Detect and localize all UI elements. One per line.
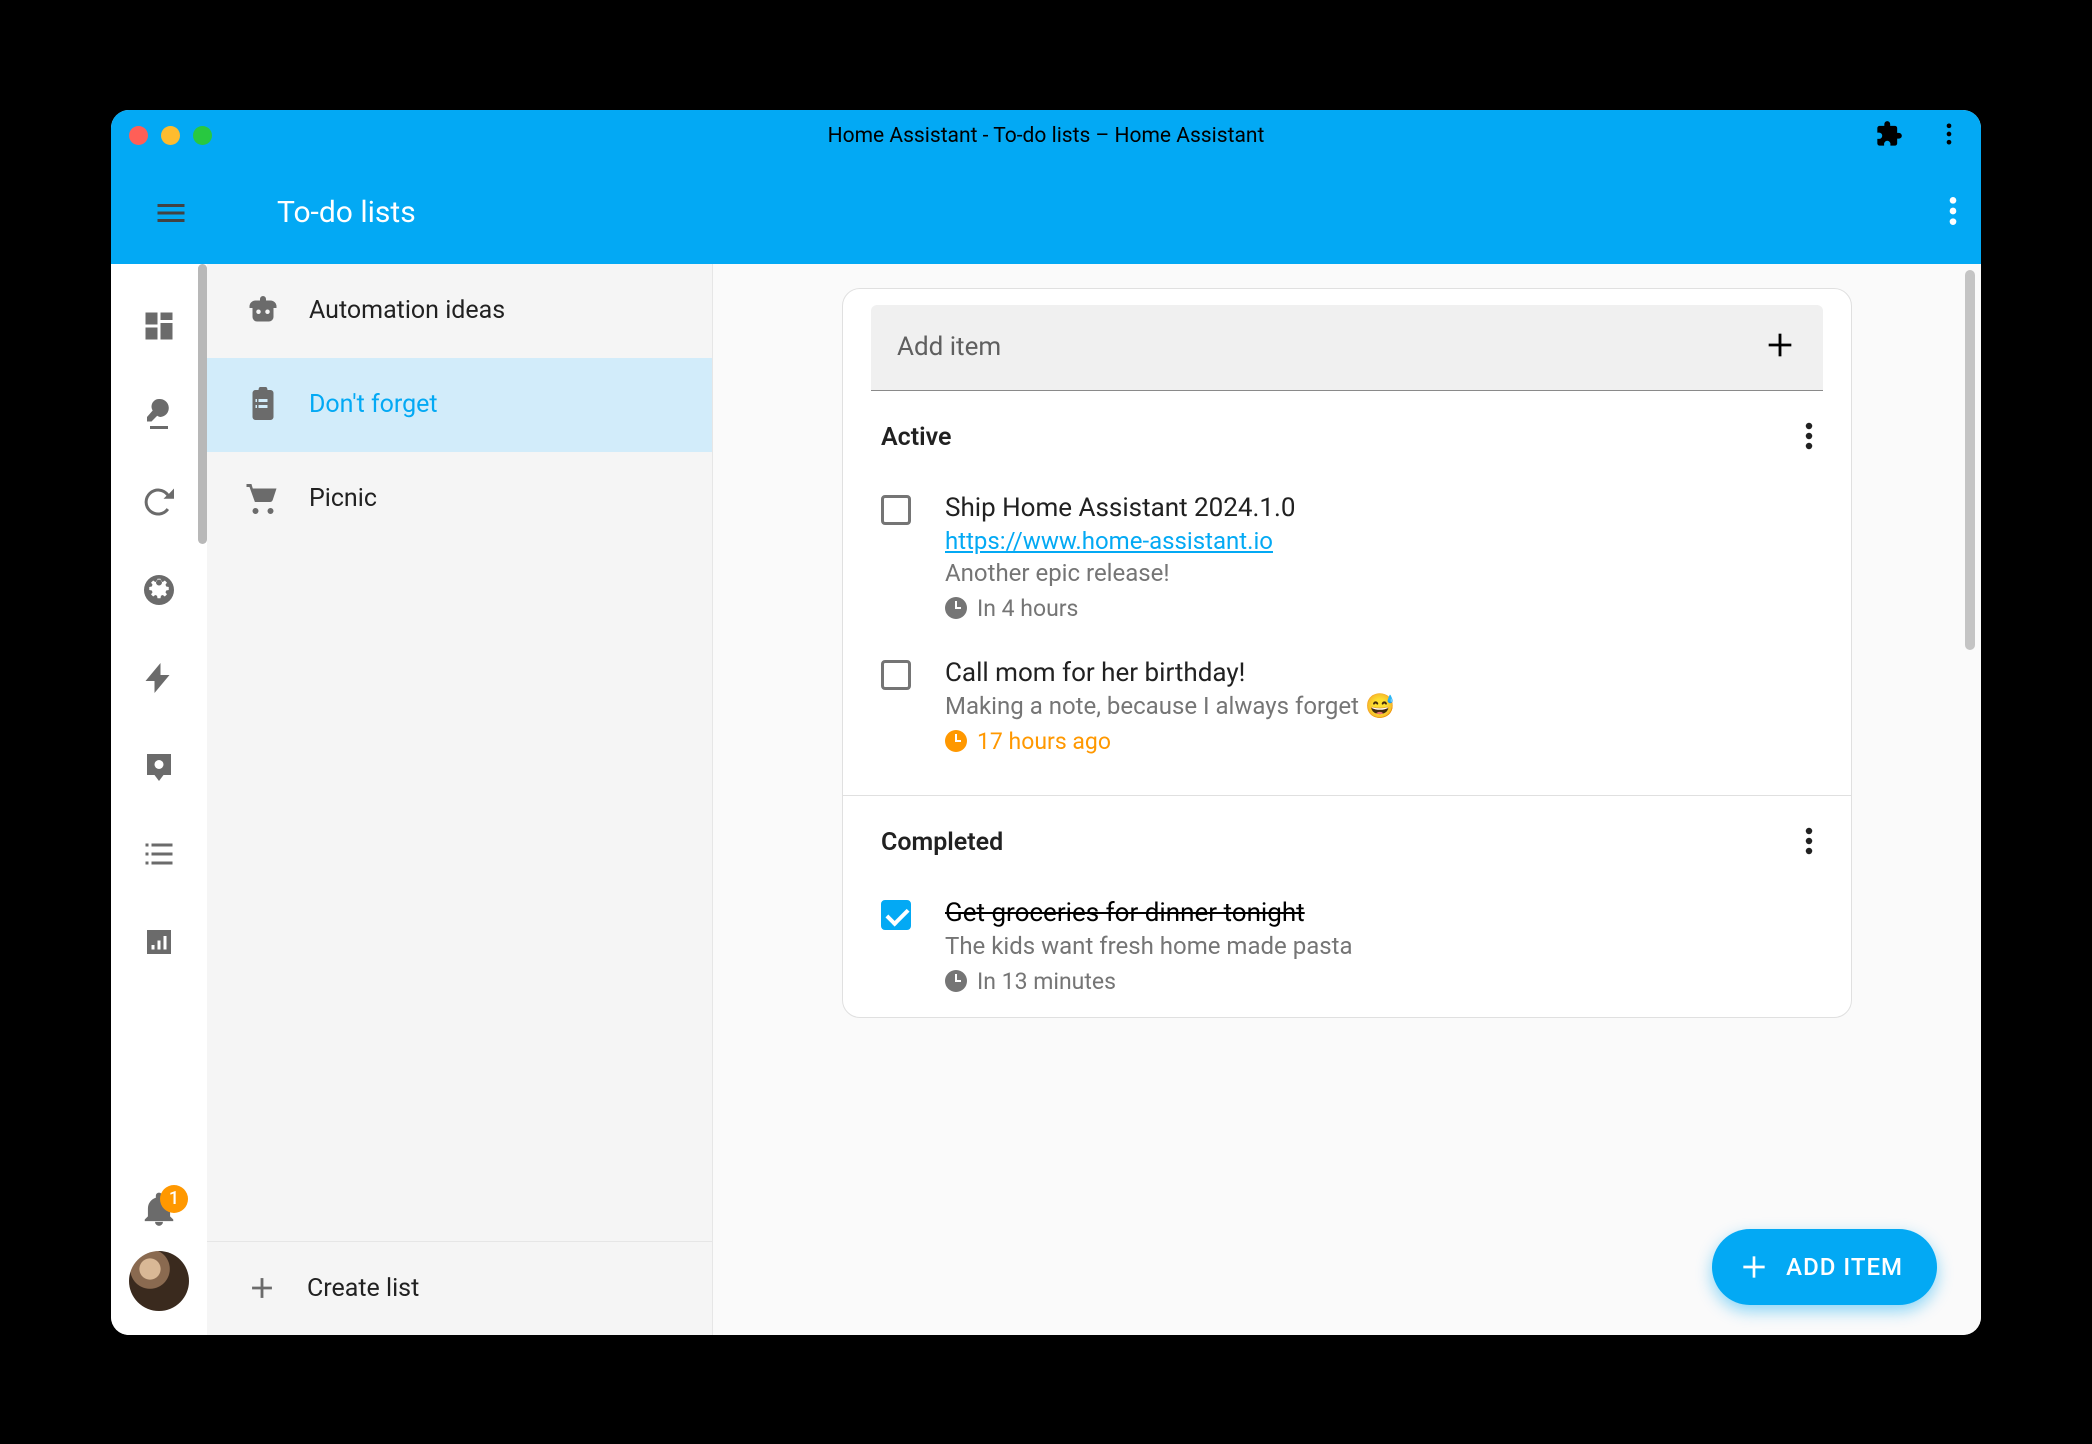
add-item-fab[interactable]: ADD ITEM	[1712, 1229, 1937, 1305]
section-title: Active	[881, 423, 951, 452]
menu-button[interactable]	[131, 195, 211, 231]
nav-settings[interactable]	[111, 546, 207, 634]
traffic-lights	[129, 126, 212, 145]
appbar: To-do lists	[111, 162, 1981, 264]
nav-automations[interactable]	[111, 458, 207, 546]
create-list-label: Create list	[307, 1274, 419, 1303]
window-title: Home Assistant - To-do lists – Home Assi…	[828, 124, 1265, 148]
nav-devtools[interactable]	[111, 370, 207, 458]
todo-item[interactable]: Ship Home Assistant 2024.1.0 https://www…	[843, 479, 1851, 644]
nav-history[interactable]	[111, 898, 207, 986]
todo-due: In 4 hours	[945, 595, 1295, 622]
titlebar: Home Assistant - To-do lists – Home Assi…	[111, 110, 1981, 162]
todo-checkbox[interactable]	[881, 495, 911, 525]
plus-icon	[245, 1271, 279, 1305]
list-item-label: Picnic	[309, 484, 377, 513]
add-item-plus-icon[interactable]	[1763, 328, 1797, 366]
list-item-automation-ideas[interactable]: Automation ideas	[207, 264, 712, 358]
nav-map[interactable]	[111, 722, 207, 810]
plus-icon	[1738, 1251, 1770, 1283]
minimize-window-button[interactable]	[161, 126, 180, 145]
page-title: To-do lists	[277, 195, 416, 230]
todo-item[interactable]: Call mom for her birthday! Making a note…	[843, 644, 1851, 777]
todo-title: Get groceries for dinner tonight	[945, 898, 1353, 928]
add-item-input[interactable]: Add item	[871, 305, 1823, 391]
notifications-button[interactable]: 1	[140, 1191, 178, 1233]
clock-icon	[945, 970, 967, 992]
todo-description: Making a note, because I always forget 😅	[945, 692, 1395, 720]
add-item-placeholder: Add item	[897, 332, 1001, 362]
section-header-active: Active	[843, 391, 1851, 479]
clipboard-list-icon	[245, 387, 281, 423]
close-window-button[interactable]	[129, 126, 148, 145]
section-header-completed: Completed	[843, 796, 1851, 884]
maximize-window-button[interactable]	[193, 126, 212, 145]
clock-icon	[945, 597, 967, 619]
nav-energy[interactable]	[111, 634, 207, 722]
nav-scrollbar[interactable]	[198, 264, 207, 544]
todo-item[interactable]: Get groceries for dinner tonight The kid…	[843, 884, 1851, 1017]
todo-due: 17 hours ago	[945, 728, 1395, 755]
clock-icon	[945, 730, 967, 752]
nav-dashboard[interactable]	[111, 282, 207, 370]
todo-checkbox[interactable]	[881, 660, 911, 690]
browser-menu-icon[interactable]	[1935, 120, 1963, 152]
todo-card: Add item Active Ship	[842, 288, 1852, 1018]
nav-rail: 1	[111, 264, 207, 1335]
todo-description: The kids want fresh home made pasta	[945, 932, 1353, 960]
todo-description: Another epic release!	[945, 559, 1295, 587]
fab-label: ADD ITEM	[1786, 1253, 1903, 1281]
lists-panel: Automation ideas Don't forget Picnic Cre…	[207, 264, 713, 1335]
extensions-icon[interactable]	[1875, 120, 1903, 152]
notification-badge: 1	[160, 1185, 188, 1213]
todo-title: Ship Home Assistant 2024.1.0	[945, 493, 1295, 523]
list-item-label: Automation ideas	[309, 296, 505, 325]
create-list-button[interactable]: Create list	[207, 1241, 712, 1335]
main-content: Add item Active Ship	[713, 264, 1981, 1335]
todo-title: Call mom for her birthday!	[945, 658, 1395, 688]
main-scrollbar[interactable]	[1965, 270, 1975, 650]
section-completed-menu[interactable]	[1805, 826, 1813, 860]
todo-checkbox[interactable]	[881, 900, 911, 930]
appbar-overflow-menu[interactable]	[1949, 195, 1957, 231]
user-avatar[interactable]	[129, 1251, 189, 1311]
robot-icon	[245, 293, 281, 329]
list-item-picnic[interactable]: Picnic	[207, 452, 712, 546]
todo-due: In 13 minutes	[945, 968, 1353, 995]
list-item-label: Don't forget	[309, 390, 438, 419]
section-active-menu[interactable]	[1805, 421, 1813, 455]
app-window: Home Assistant - To-do lists – Home Assi…	[111, 110, 1981, 1335]
list-item-dont-forget[interactable]: Don't forget	[207, 358, 712, 452]
nav-todo[interactable]	[111, 810, 207, 898]
cart-icon	[245, 481, 281, 517]
section-title: Completed	[881, 828, 1003, 857]
todo-link[interactable]: https://www.home-assistant.io	[945, 527, 1295, 555]
